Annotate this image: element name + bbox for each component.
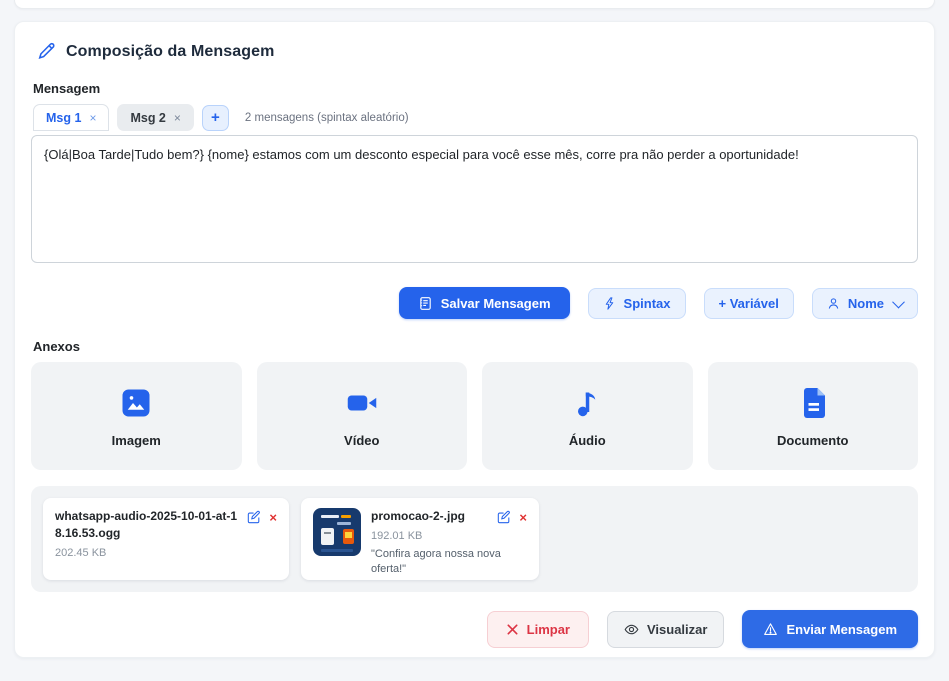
file-card-audio: whatsapp-audio-2025-10-01-at-18.16.53.og… xyxy=(43,498,289,580)
tab-msg-2-close-icon[interactable]: × xyxy=(174,111,181,125)
preview-label: Visualizar xyxy=(647,622,707,637)
attach-image-card[interactable]: Imagem xyxy=(31,362,242,470)
page-title: Composição da Mensagem xyxy=(66,43,274,61)
file-image-name: promocao-2-.jpg xyxy=(371,508,489,525)
message-composition-card: Composição da Mensagem Mensagem Msg 1 × … xyxy=(14,21,935,658)
message-textarea[interactable]: {Olá|Boa Tarde|Tudo bem?} {nome} estamos… xyxy=(31,135,918,263)
edit-caption-icon[interactable] xyxy=(247,510,261,524)
attachment-type-grid: Imagem Vídeo Áudio xyxy=(31,362,918,470)
message-tabs: Msg 1 × Msg 2 × + 2 mensagens (spintax a… xyxy=(33,104,916,131)
attach-video-label: Vídeo xyxy=(344,433,379,448)
clear-label: Limpar xyxy=(527,622,570,637)
edit-caption-icon[interactable] xyxy=(497,510,511,524)
eye-icon xyxy=(624,622,639,637)
x-icon xyxy=(506,623,519,636)
file-image-size: 192.01 KB xyxy=(371,530,527,542)
file-audio-name: whatsapp-audio-2025-10-01-at-18.16.53.og… xyxy=(55,508,239,542)
message-section-label: Mensagem xyxy=(33,81,918,96)
send-label: Enviar Mensagem xyxy=(786,622,897,637)
file-image-caption: "Confira agora nossa nova oferta!" xyxy=(371,547,527,577)
tab-msg-2-label: Msg 2 xyxy=(130,111,165,125)
send-message-button[interactable]: Enviar Mensagem xyxy=(742,610,918,648)
lightning-icon xyxy=(603,297,616,310)
previous-card-bottom-edge xyxy=(14,0,935,9)
person-icon xyxy=(827,297,840,310)
tab-msg-1-close-icon[interactable]: × xyxy=(89,111,96,125)
chevron-down-icon xyxy=(892,295,905,308)
attach-document-card[interactable]: Documento xyxy=(708,362,919,470)
attach-audio-card[interactable]: Áudio xyxy=(482,362,693,470)
name-label: Nome xyxy=(848,296,884,311)
message-actions-row: Salvar Mensagem Spintax + Variável Nome xyxy=(31,287,918,319)
card-header: Composição da Mensagem xyxy=(37,42,918,61)
attach-document-label: Documento xyxy=(777,433,849,448)
save-message-button[interactable]: Salvar Mensagem xyxy=(399,287,570,319)
tab-msg-1[interactable]: Msg 1 × xyxy=(33,104,109,131)
remove-file-icon[interactable]: × xyxy=(269,511,277,524)
save-message-label: Salvar Mensagem xyxy=(441,296,551,311)
file-image-thumbnail[interactable] xyxy=(313,508,361,556)
spintax-label: Spintax xyxy=(624,296,671,311)
messages-count-helper: 2 mensagens (spintax aleatório) xyxy=(245,112,409,124)
document-icon xyxy=(795,385,831,421)
warning-triangle-icon xyxy=(763,622,778,637)
variable-button[interactable]: + Variável xyxy=(704,288,794,319)
file-audio-info: whatsapp-audio-2025-10-01-at-18.16.53.og… xyxy=(55,508,277,570)
plus-icon: + xyxy=(211,109,220,126)
clear-button[interactable]: Limpar xyxy=(487,611,589,648)
file-audio-size: 202.45 KB xyxy=(55,547,277,559)
name-dropdown-button[interactable]: Nome xyxy=(812,288,918,319)
pencil-icon xyxy=(37,42,56,61)
attach-video-card[interactable]: Vídeo xyxy=(257,362,468,470)
attachments-section-label: Anexos xyxy=(33,339,918,354)
attach-image-label: Imagem xyxy=(112,433,161,448)
video-camera-icon xyxy=(344,385,380,421)
image-icon xyxy=(118,385,154,421)
journal-text-icon xyxy=(418,296,433,311)
attached-files-panel: whatsapp-audio-2025-10-01-at-18.16.53.og… xyxy=(31,486,918,592)
file-image-info: promocao-2-.jpg × 192.01 KB "Confira ago… xyxy=(371,508,527,570)
add-message-button[interactable]: + xyxy=(202,105,229,131)
music-note-icon xyxy=(569,385,605,421)
variable-label: + Variável xyxy=(719,296,779,311)
attach-audio-label: Áudio xyxy=(569,433,606,448)
footer-actions-row: Limpar Visualizar Enviar Mensagem xyxy=(31,610,918,648)
remove-file-icon[interactable]: × xyxy=(519,511,527,524)
tab-msg-1-label: Msg 1 xyxy=(46,111,81,125)
spintax-button[interactable]: Spintax xyxy=(588,288,686,319)
preview-button[interactable]: Visualizar xyxy=(607,611,724,648)
tab-msg-2[interactable]: Msg 2 × xyxy=(117,104,193,131)
file-card-image: promocao-2-.jpg × 192.01 KB "Confira ago… xyxy=(301,498,539,580)
